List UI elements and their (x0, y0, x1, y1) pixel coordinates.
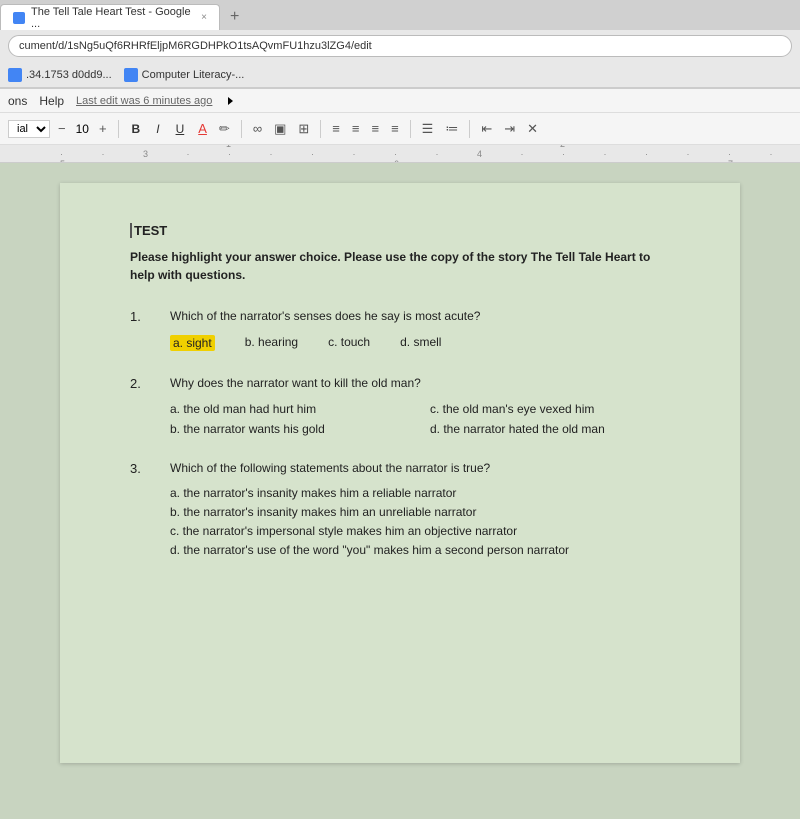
q2-option-b[interactable]: b. the narrator wants his gold (170, 422, 410, 436)
cursor-icon (228, 97, 233, 105)
toolbar-separator-3 (320, 120, 321, 138)
bookmark-2[interactable]: Computer Literacy-... (124, 68, 245, 82)
bookmark-1[interactable]: .34.1753 d0dd9... (8, 68, 112, 82)
bookmark-label-2: Computer Literacy-... (142, 69, 245, 81)
test-title: TEST (130, 223, 670, 238)
font-color-button[interactable]: A (194, 119, 211, 138)
question-2-number: 2. (130, 375, 150, 436)
image-button[interactable]: ▣ (270, 119, 290, 139)
menu-item-help[interactable]: Help (39, 94, 64, 108)
question-2-block: 2. Why does the narrator want to kill th… (130, 375, 670, 436)
question-2-content: Why does the narrator want to kill the o… (170, 375, 670, 436)
last-edit-status: Last edit was 6 minutes ago (76, 95, 212, 107)
new-tab-button[interactable]: + (220, 4, 249, 30)
underline-button[interactable]: U (170, 120, 191, 138)
ruler-marks: · · · · 1 · · · · · · · 2 · · · · · · · … (60, 145, 800, 163)
line-spacing-button[interactable]: ☰ (418, 119, 438, 139)
indent-increase-button[interactable]: ⇥ (500, 119, 519, 139)
instructions: Please highlight your answer choice. Ple… (130, 248, 670, 284)
list-button[interactable]: ≔ (441, 119, 462, 139)
question-3-options: a. the narrator's insanity makes him a r… (170, 486, 670, 557)
q2-option-c[interactable]: c. the old man's eye vexed him (430, 402, 670, 416)
indent-decrease-button[interactable]: ⇤ (477, 119, 496, 139)
menu-bar: ons Help Last edit was 6 minutes ago (0, 89, 800, 113)
toolbar-separator-5 (469, 120, 470, 138)
bookmark-label-1: .34.1753 d0dd9... (26, 69, 112, 81)
main-content: TEST Please highlight your answer choice… (0, 163, 800, 819)
toolbar-separator-1 (118, 120, 119, 138)
q2-option-a[interactable]: a. the old man had hurt him (170, 402, 410, 416)
active-tab[interactable]: The Tell Tale Heart Test - Google ... × (0, 4, 220, 30)
question-1-content: Which of the narrator's senses does he s… (170, 308, 670, 351)
ruler: · · · · 1 · · · · · · · 2 · · · · · · · … (0, 145, 800, 163)
question-1-text: Which of the narrator's senses does he s… (170, 308, 670, 325)
align-center-button[interactable]: ≡ (348, 119, 364, 138)
font-size-plus[interactable]: + (95, 119, 111, 138)
align-right-button[interactable]: ≡ (367, 119, 383, 138)
tab-favicon (13, 12, 25, 24)
bookmarks-bar: .34.1753 d0dd9... Computer Literacy-... (0, 62, 800, 88)
question-1-block: 1. Which of the narrator's senses does h… (130, 308, 670, 351)
url-text: cument/d/1sNg5uQf6RHRfEljpM6RGDHPkO1tsAQ… (19, 40, 372, 52)
bold-button[interactable]: B (126, 120, 147, 138)
q1-option-a[interactable]: a. sight (170, 335, 215, 351)
address-bar[interactable]: cument/d/1sNg5uQf6RHRfEljpM6RGDHPkO1tsAQ… (8, 35, 792, 57)
question-3-content: Which of the following statements about … (170, 460, 670, 558)
q1-option-c[interactable]: c. touch (328, 335, 370, 351)
tab-bar: The Tell Tale Heart Test - Google ... × … (0, 0, 800, 30)
highlight-button[interactable]: ✏ (215, 119, 234, 139)
menu-item-extensions[interactable]: ons (8, 94, 27, 108)
tab-label: The Tell Tale Heart Test - Google ... (31, 6, 193, 30)
toolbar-separator-2 (241, 120, 242, 138)
table-button[interactable]: ⊞ (294, 119, 313, 139)
q2-option-d[interactable]: d. the narrator hated the old man (430, 422, 670, 436)
question-3-number: 3. (130, 460, 150, 558)
document-area: TEST Please highlight your answer choice… (0, 163, 800, 819)
q1-option-b[interactable]: b. hearing (245, 335, 298, 351)
italic-button[interactable]: I (150, 120, 165, 138)
q3-option-b[interactable]: b. the narrator's insanity makes him an … (170, 505, 670, 519)
q1-option-d[interactable]: d. smell (400, 335, 441, 351)
q3-option-d[interactable]: d. the narrator's use of the word "you" … (170, 543, 670, 557)
question-2-options: a. the old man had hurt him c. the old m… (170, 402, 670, 436)
align-justify-button[interactable]: ≡ (387, 119, 403, 138)
align-left-button[interactable]: ≡ (328, 119, 344, 138)
clear-format-button[interactable]: ✕ (523, 119, 542, 139)
font-size-value: 10 (74, 122, 91, 136)
bookmark-favicon-2 (124, 68, 138, 82)
font-name-dropdown[interactable]: ial (8, 120, 50, 138)
q3-option-c[interactable]: c. the narrator's impersonal style makes… (170, 524, 670, 538)
q3-option-a[interactable]: a. the narrator's insanity makes him a r… (170, 486, 670, 500)
address-bar-row: cument/d/1sNg5uQf6RHRfEljpM6RGDHPkO1tsAQ… (0, 30, 800, 62)
question-2-text: Why does the narrator want to kill the o… (170, 375, 670, 392)
question-1-number: 1. (130, 308, 150, 351)
question-3-text: Which of the following statements about … (170, 460, 670, 477)
toolbar-separator-4 (410, 120, 411, 138)
question-1-options: a. sight b. hearing c. touch d. smell (170, 335, 670, 351)
link-button[interactable]: ∞ (249, 119, 266, 138)
bookmark-favicon-1 (8, 68, 22, 82)
question-3-block: 3. Which of the following statements abo… (130, 460, 670, 558)
font-size-minus[interactable]: − (54, 119, 70, 138)
toolbar: ial − 10 + B I U A ✏ ∞ ▣ ⊞ ≡ ≡ ≡ ≡ ☰ ≔ ⇤… (0, 113, 800, 145)
tab-close-button[interactable]: × (201, 12, 207, 23)
instructions-bold: Please highlight your answer choice. Ple… (130, 250, 650, 282)
document-page: TEST Please highlight your answer choice… (60, 183, 740, 763)
